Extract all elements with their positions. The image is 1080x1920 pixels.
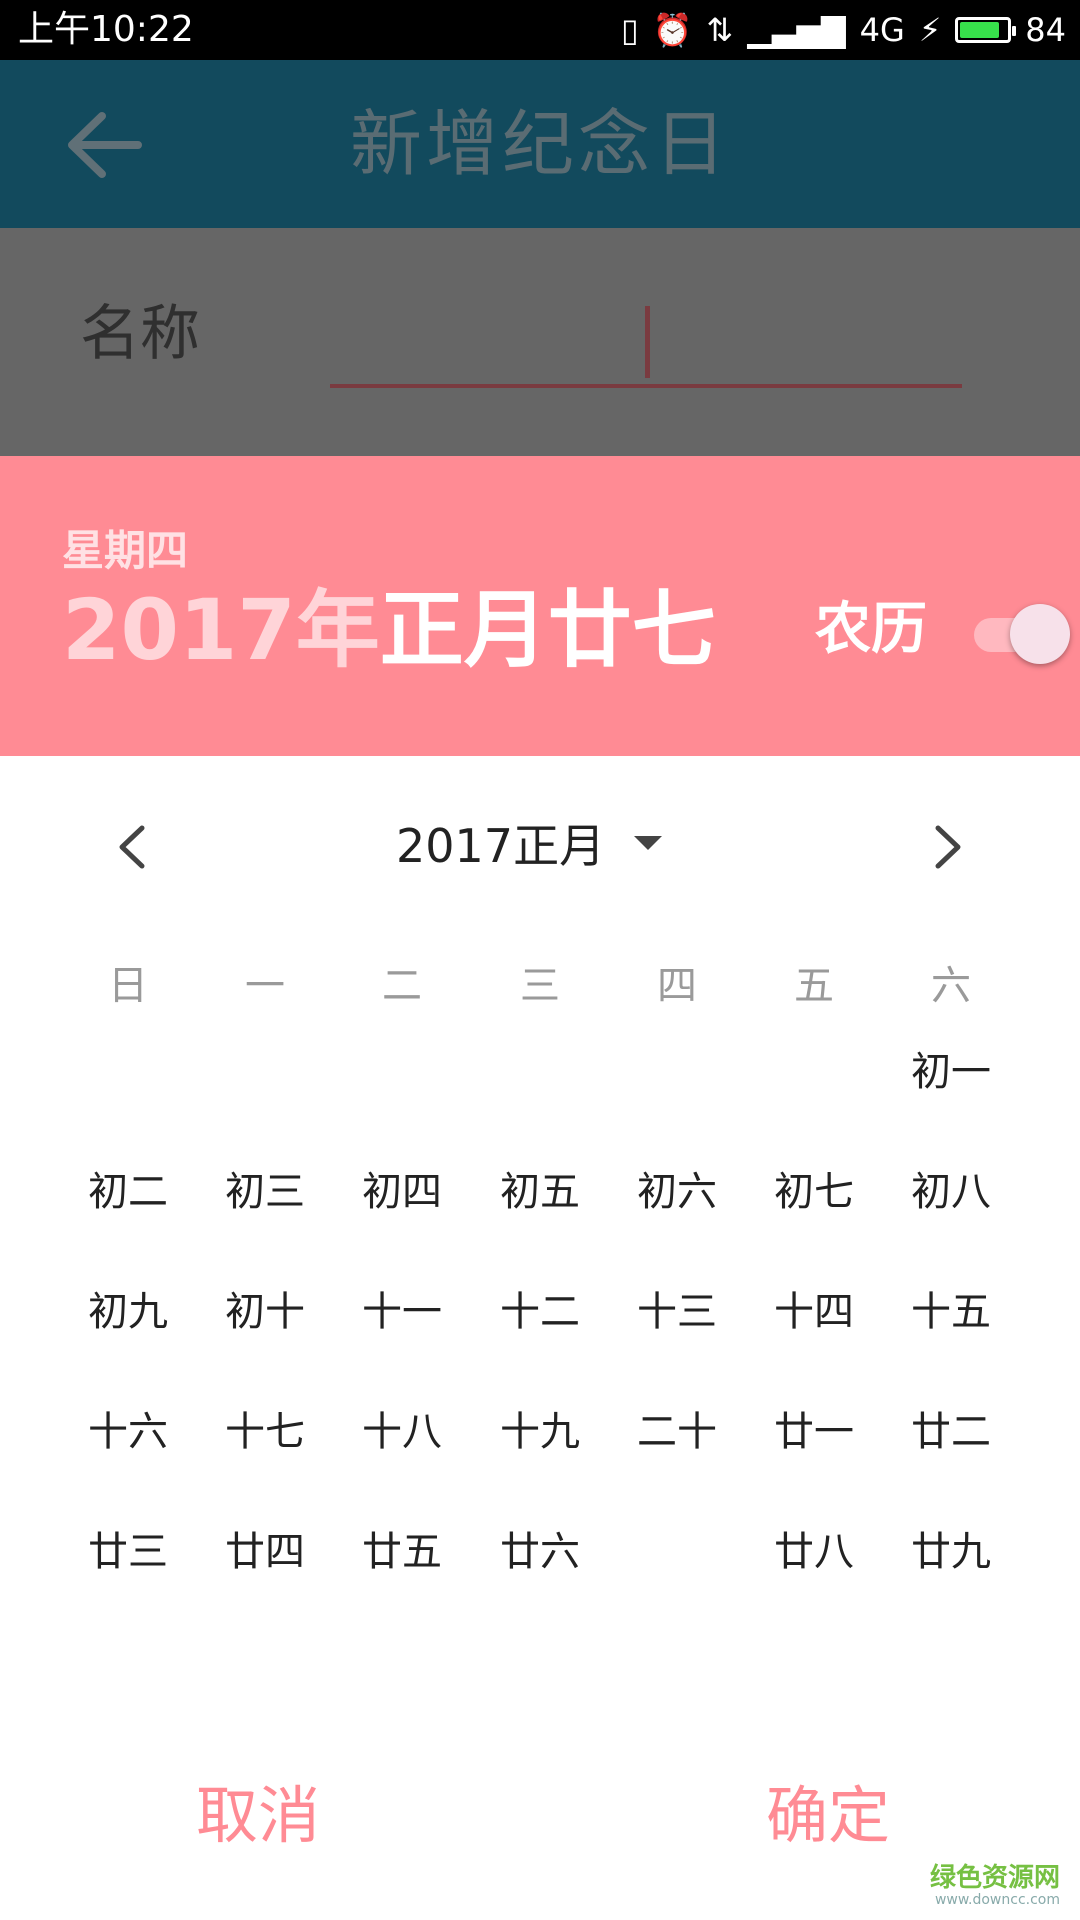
calendar-grid: 初一初二 初三 初四 初五 初六 初七 初八初九 初十 十一 十二 十三 十四 十五十六 十七 十八 十九 二十…: [0, 456, 1080, 1920]
day-label: 初七: [774, 1169, 854, 1215]
day-cell[interactable]: 初六: [617, 1132, 737, 1252]
day-cell[interactable]: 廿四: [205, 1492, 325, 1612]
day-label: 十九: [500, 1409, 580, 1455]
day-label: 初二: [88, 1169, 168, 1215]
name-input[interactable]: [330, 384, 962, 388]
day-label: 廿七: [637, 1529, 717, 1575]
day-label: 廿八: [774, 1529, 854, 1575]
day-label: 初五: [500, 1169, 580, 1215]
status-time: 上午10:22: [18, 9, 194, 50]
day-label: 初六: [637, 1169, 717, 1215]
day-cell[interactable]: 初一: [891, 1012, 1011, 1132]
confirm-button[interactable]: 确定: [766, 1780, 890, 1852]
day-cell[interactable]: 十一: [342, 1252, 462, 1372]
day-cell[interactable]: 初四: [342, 1132, 462, 1252]
dialog-actions: 取消 确定: [0, 1736, 1080, 1886]
day-label: 廿二: [911, 1409, 991, 1455]
day-label: 廿五: [362, 1529, 442, 1575]
page-title: 新增纪念日: [349, 102, 730, 186]
watermark: 绿色资源网 www.downcc.com: [930, 1864, 1060, 1908]
watermark-url: www.downcc.com: [934, 1891, 1060, 1908]
day-cell[interactable]: 初七: [754, 1132, 874, 1252]
network-type: 4G: [859, 11, 905, 49]
name-form-row: 名称: [0, 228, 1080, 456]
day-cell[interactable]: 十三: [617, 1252, 737, 1372]
day-label: 二十: [637, 1409, 717, 1455]
day-label: 初一: [911, 1049, 991, 1095]
day-label: 廿一: [774, 1409, 854, 1455]
day-label: 十五: [911, 1289, 991, 1335]
day-cell[interactable]: 廿九: [891, 1492, 1011, 1612]
battery-percent: 84: [1025, 11, 1066, 49]
cancel-button[interactable]: 取消: [196, 1780, 320, 1852]
day-label: 十三: [637, 1289, 717, 1335]
status-bar: 上午10:22 ▯ ⏰ ⇅ ▁▃▅▇ 4G ⚡ 84: [0, 0, 1080, 60]
status-icons: ▯ ⏰ ⇅ ▁▃▅▇ 4G ⚡ 84: [621, 8, 1066, 52]
day-cell[interactable]: 初八: [891, 1132, 1011, 1252]
day-label: 初三: [225, 1169, 305, 1215]
day-label: 初九: [88, 1289, 168, 1335]
day-cell[interactable]: 廿三: [68, 1492, 188, 1612]
day-cell[interactable]: 廿六: [480, 1492, 600, 1612]
day-cell[interactable]: 十二: [480, 1252, 600, 1372]
day-cell[interactable]: 廿八: [754, 1492, 874, 1612]
day-label: 初四: [362, 1169, 442, 1215]
day-cell-selected[interactable]: 廿七: [617, 1492, 737, 1612]
day-label: 廿三: [88, 1529, 168, 1575]
day-cell[interactable]: 廿五: [342, 1492, 462, 1612]
watermark-logo: 绿色资源网: [929, 1863, 1060, 1894]
date-picker-dialog: 星期四 2017年正月廿七 农历 2017正月 日一二三四五六 初一 初二 初三 初四…: [0, 456, 1080, 1920]
charging-icon: ⚡: [918, 11, 942, 49]
text-cursor: [645, 306, 650, 378]
battery-icon: [955, 17, 1017, 43]
day-label: 十一: [362, 1289, 442, 1335]
day-label: 十八: [362, 1409, 442, 1455]
name-label: 名称: [80, 299, 200, 369]
day-label: 初八: [911, 1169, 991, 1215]
day-label: 廿四: [225, 1529, 305, 1575]
app-bar: 新增纪念日: [0, 60, 1080, 228]
day-cell[interactable]: 十五: [891, 1252, 1011, 1372]
day-cell[interactable]: 十四: [754, 1252, 874, 1372]
day-cell[interactable]: 初五: [480, 1132, 600, 1252]
day-label: 廿六: [500, 1529, 580, 1575]
day-cell[interactable]: 十六: [68, 1372, 188, 1492]
day-label: 初十: [225, 1289, 305, 1335]
data-transfer-icon: ⇅: [706, 11, 734, 49]
day-label: 十六: [88, 1409, 168, 1455]
day-cell[interactable]: 十七: [205, 1372, 325, 1492]
day-cell[interactable]: 初二: [68, 1132, 188, 1252]
alarm-icon: ⏰: [652, 11, 693, 49]
vibrate-icon: ▯: [620, 11, 639, 49]
day-label: 廿九: [911, 1529, 991, 1575]
day-cell[interactable]: 初九: [68, 1252, 188, 1372]
day-label: 十四: [774, 1289, 854, 1335]
day-cell[interactable]: 十九: [480, 1372, 600, 1492]
day-cell[interactable]: 初三: [205, 1132, 325, 1252]
day-cell[interactable]: 二十: [617, 1372, 737, 1492]
day-cell[interactable]: 廿一: [754, 1372, 874, 1492]
day-cell[interactable]: 初十: [205, 1252, 325, 1372]
day-label: 十二: [500, 1289, 580, 1335]
day-cell[interactable]: 十八: [342, 1372, 462, 1492]
day-cell[interactable]: 廿二: [891, 1372, 1011, 1492]
day-label: 十七: [225, 1409, 305, 1455]
signal-icon: ▁▃▅▇: [747, 11, 846, 49]
